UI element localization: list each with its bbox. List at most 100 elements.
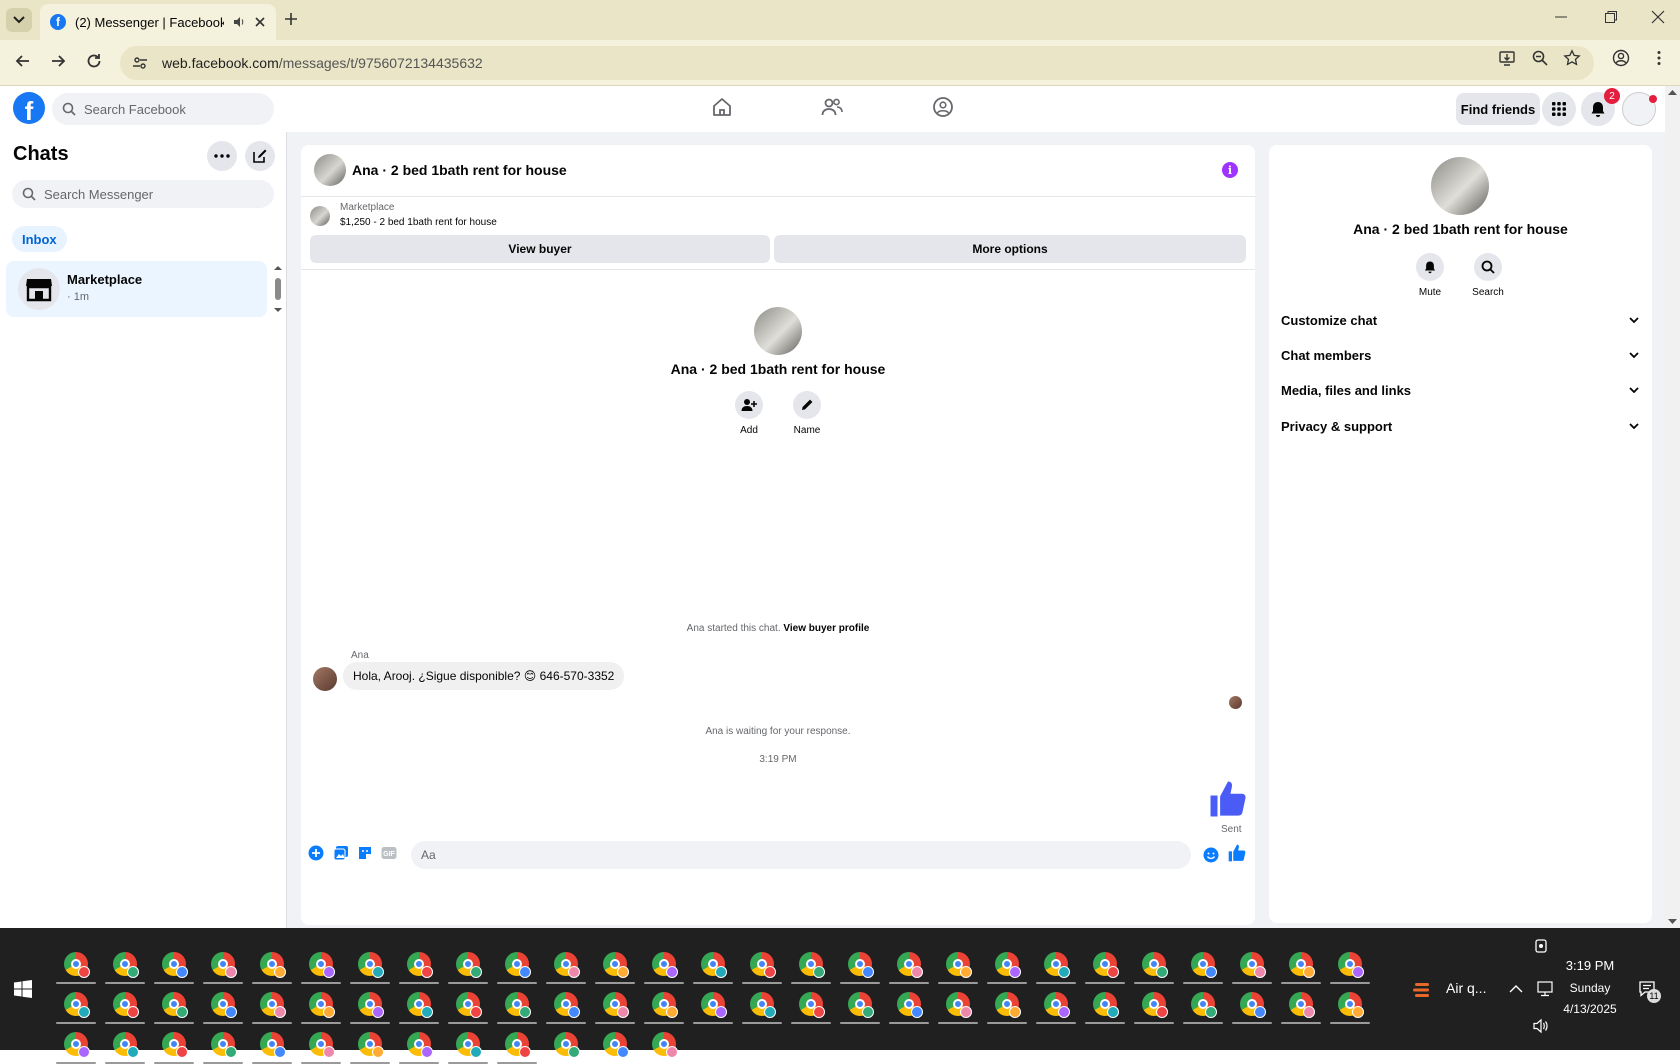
chrome-taskbar-icon[interactable] xyxy=(399,1030,439,1064)
view-buyer-profile-link[interactable]: View buyer profile xyxy=(783,623,869,634)
notification-center-button[interactable]: 11 xyxy=(1638,980,1662,1004)
chrome-taskbar-icon[interactable] xyxy=(1232,990,1272,1024)
sidebar-scrollbar[interactable] xyxy=(272,264,284,314)
chrome-taskbar-icon[interactable] xyxy=(497,990,537,1024)
chrome-taskbar-icon[interactable] xyxy=(1232,950,1272,984)
chrome-taskbar-icon[interactable] xyxy=(889,990,929,1024)
site-settings-icon[interactable] xyxy=(132,55,148,71)
address-bar[interactable]: web.facebook.com/messages/t/975607213443… xyxy=(120,46,1594,80)
chrome-taskbar-icon[interactable] xyxy=(203,950,243,984)
chrome-taskbar-icon[interactable] xyxy=(56,990,96,1024)
privacy-support-section[interactable]: Privacy & support xyxy=(1281,412,1639,440)
chrome-taskbar-icon[interactable] xyxy=(650,1030,678,1058)
more-actions-plus-icon[interactable] xyxy=(308,845,324,861)
sender-avatar[interactable] xyxy=(313,667,337,691)
chrome-taskbar-icon[interactable] xyxy=(840,950,880,984)
clock-date[interactable]: 4/13/2025 xyxy=(1555,1002,1625,1016)
chrome-taskbar-icon[interactable] xyxy=(497,1030,537,1064)
conversation-title[interactable]: Ana · 2 bed 1bath rent for house xyxy=(352,162,567,178)
tab-search-button[interactable] xyxy=(6,8,32,32)
chrome-taskbar-icon[interactable] xyxy=(105,1030,145,1064)
details-avatar[interactable] xyxy=(1431,157,1489,215)
chrome-taskbar-icon[interactable] xyxy=(1134,950,1174,984)
chrome-taskbar-icon[interactable] xyxy=(301,1030,341,1064)
close-window-icon[interactable] xyxy=(1651,10,1665,24)
chrome-taskbar-icon[interactable] xyxy=(742,990,782,1024)
chrome-taskbar-icon[interactable] xyxy=(1085,990,1125,1024)
new-message-button[interactable] xyxy=(245,141,275,171)
minimize-icon[interactable] xyxy=(1554,10,1568,24)
attach-photo-icon[interactable] xyxy=(333,845,349,861)
chrome-taskbar-icon[interactable] xyxy=(448,950,488,984)
account-avatar[interactable] xyxy=(1622,92,1657,126)
chrome-taskbar-icon[interactable] xyxy=(987,990,1027,1024)
emoji-icon[interactable] xyxy=(1203,847,1219,863)
volume-icon[interactable] xyxy=(1532,1018,1550,1034)
chrome-taskbar-icon[interactable] xyxy=(693,990,733,1024)
groups-icon[interactable] xyxy=(932,96,954,118)
messenger-search-input[interactable]: Search Messenger xyxy=(12,180,274,208)
chrome-taskbar-icon[interactable] xyxy=(987,950,1027,984)
facebook-logo-icon[interactable]: f xyxy=(13,92,45,124)
chrome-taskbar-icon[interactable] xyxy=(350,950,390,984)
screen-recorder-icon[interactable] xyxy=(1533,938,1549,954)
chrome-taskbar-icon[interactable] xyxy=(1330,990,1370,1024)
chrome-taskbar-icon[interactable] xyxy=(154,1030,194,1064)
chat-members-section[interactable]: Chat members xyxy=(1281,341,1639,369)
chrome-taskbar-icon[interactable] xyxy=(448,1030,488,1064)
chrome-taskbar-icon[interactable] xyxy=(301,950,341,984)
install-app-icon[interactable] xyxy=(1498,49,1516,67)
incoming-message[interactable]: Hola, Arooj. ¿Sigue disponible? 😊 646-57… xyxy=(343,662,625,690)
page-scrollbar[interactable] xyxy=(1665,86,1680,928)
chrome-taskbar-icon[interactable] xyxy=(154,990,194,1024)
chrome-taskbar-icon[interactable] xyxy=(601,1030,629,1058)
chrome-taskbar-icon[interactable] xyxy=(938,950,978,984)
chrome-taskbar-icon[interactable] xyxy=(448,990,488,1024)
chrome-taskbar-icon[interactable] xyxy=(791,950,831,984)
zoom-icon[interactable] xyxy=(1531,49,1549,67)
chrome-taskbar-icon[interactable] xyxy=(1183,990,1223,1024)
clock-time[interactable]: 3:19 PM xyxy=(1565,958,1615,973)
info-icon[interactable]: i xyxy=(1222,162,1238,178)
bookmark-star-icon[interactable] xyxy=(1563,49,1581,67)
chrome-taskbar-icon[interactable] xyxy=(552,1030,580,1058)
send-like-icon[interactable] xyxy=(1227,843,1247,863)
weather-air-quality-icon[interactable] xyxy=(1412,980,1432,1000)
network-icon[interactable] xyxy=(1536,981,1554,997)
restore-icon[interactable] xyxy=(1604,10,1618,24)
chrome-taskbar-icon[interactable] xyxy=(252,1030,292,1064)
chrome-taskbar-icon[interactable] xyxy=(301,990,341,1024)
chrome-taskbar-icon[interactable] xyxy=(595,950,635,984)
chrome-taskbar-icon[interactable] xyxy=(154,950,194,984)
forward-icon[interactable] xyxy=(49,52,67,70)
chrome-taskbar-icon[interactable] xyxy=(693,950,733,984)
chrome-taskbar-icon[interactable] xyxy=(644,990,684,1024)
chrome-taskbar-icon[interactable] xyxy=(350,990,390,1024)
listing-thumbnail[interactable] xyxy=(310,206,330,226)
chrome-taskbar-icon[interactable] xyxy=(252,990,292,1024)
reload-icon[interactable] xyxy=(85,52,103,70)
chrome-taskbar-icon[interactable] xyxy=(546,990,586,1024)
windows-start-icon[interactable] xyxy=(14,980,32,998)
add-person-action[interactable]: Add xyxy=(719,391,779,436)
chrome-taskbar-icon[interactable] xyxy=(840,990,880,1024)
inbox-filter-tab[interactable]: Inbox xyxy=(12,226,67,252)
sent-like-icon[interactable] xyxy=(1207,778,1249,820)
chrome-taskbar-icon[interactable] xyxy=(497,950,537,984)
chrome-taskbar-icon[interactable] xyxy=(1330,950,1370,984)
media-files-links-section[interactable]: Media, files and links xyxy=(1281,376,1639,404)
close-tab-icon[interactable] xyxy=(254,16,266,28)
chrome-taskbar-icon[interactable] xyxy=(546,950,586,984)
friends-icon[interactable] xyxy=(821,96,843,118)
active-browser-tab[interactable]: f (2) Messenger | Facebook xyxy=(40,4,276,40)
customize-chat-section[interactable]: Customize chat xyxy=(1281,306,1639,334)
chrome-taskbar-icon[interactable] xyxy=(644,950,684,984)
gif-icon[interactable]: GIF xyxy=(381,845,397,861)
chrome-taskbar-icon[interactable] xyxy=(889,950,929,984)
view-buyer-button[interactable]: View buyer xyxy=(310,235,770,263)
chat-options-button[interactable] xyxy=(207,141,237,171)
chrome-taskbar-icon[interactable] xyxy=(742,950,782,984)
chrome-taskbar-icon[interactable] xyxy=(105,990,145,1024)
chrome-taskbar-icon[interactable] xyxy=(350,1030,390,1064)
chrome-taskbar-icon[interactable] xyxy=(399,950,439,984)
